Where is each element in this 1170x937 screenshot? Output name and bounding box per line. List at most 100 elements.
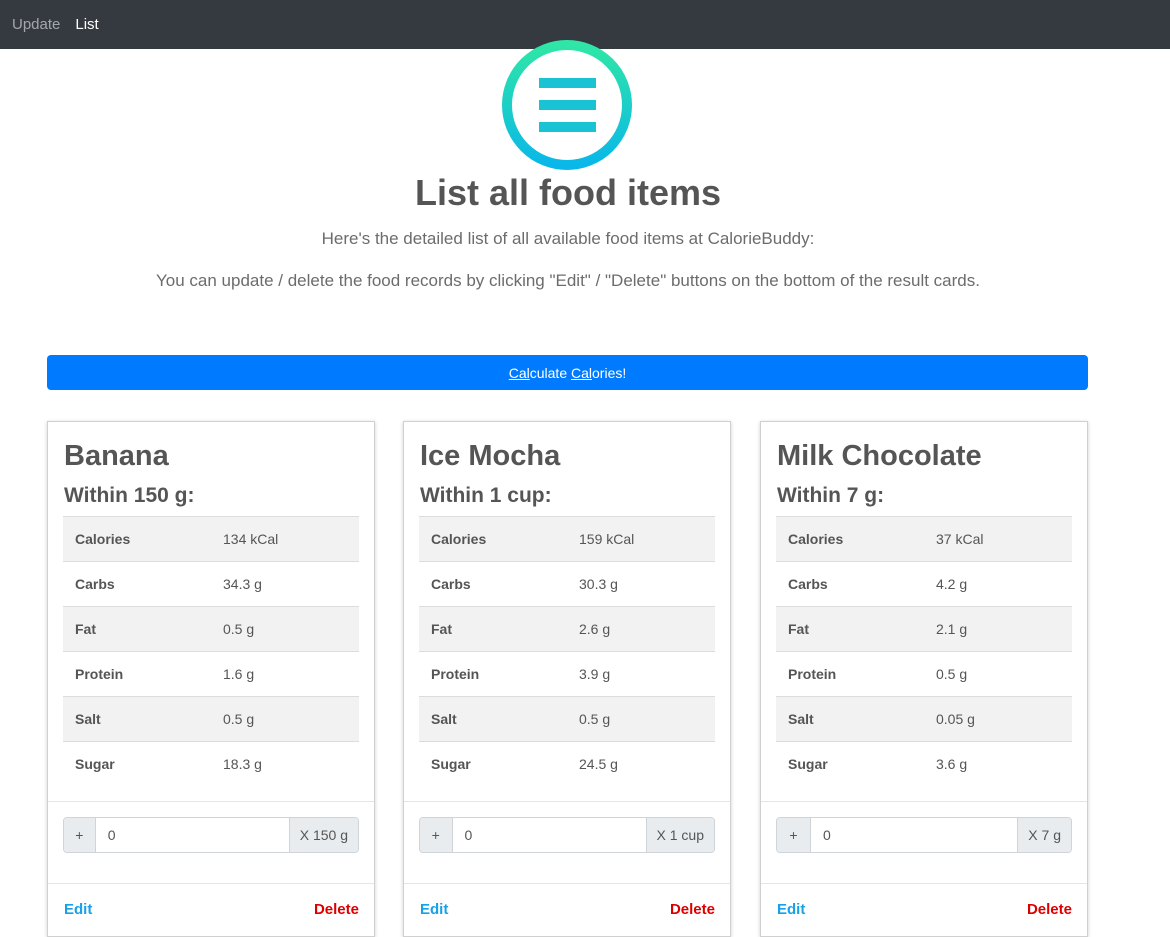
page-title: List all food items [414,172,722,213]
nutrient-value: 30.3 g [567,561,715,607]
plus-icon[interactable]: + [420,818,453,852]
divider [48,801,374,802]
divider [404,883,730,884]
nutrient-value: 0.5 g [211,606,359,652]
table-row: Protein 1.6 g [63,651,359,697]
nutrition-table: Calories 37 kCal Carbs 4.2 g Fat 2.1 g Prot… [776,516,1072,787]
table-row: Fat 2.6 g [419,606,715,652]
portion-unit-label: X 1 cup [645,818,714,852]
food-card-milk-chocolate: Milk Chocolate Within 7 g: Calories 37 kC… [760,421,1088,937]
food-portion: Within 7 g: [777,484,885,507]
nutrient-value: 3.6 g [924,741,1072,787]
quantity-input-group: + X 1 cup [419,817,715,853]
nutrient-label: Carbs [419,561,567,607]
quantity-input[interactable] [95,818,289,852]
page-subtitle: Here's the detailed list of all availabl… [321,229,815,248]
quantity-input-group: + X 7 g [776,817,1072,853]
calculate-calories-button[interactable]: Cal culate Cal ories! [47,355,1088,390]
nutrient-label: Salt [419,696,567,742]
plus-icon[interactable]: + [64,818,96,852]
nutrient-label: Salt [63,696,211,742]
table-row: Sugar 3.6 g [776,741,1072,787]
nutrient-value: 0.5 g [211,696,359,742]
nav-link-update[interactable]: Update [12,16,60,33]
quantity-input-group: + X 150 g [63,817,359,853]
table-row: Carbs 4.2 g [776,561,1072,607]
nutrient-label: Fat [63,606,211,652]
calculate-label-part: culate [529,364,571,381]
food-name: Ice Mocha [420,440,561,472]
nutrient-label: Calories [419,516,567,562]
menu-icon [502,40,632,170]
table-row: Fat 2.1 g [776,606,1072,652]
table-row: Calories 159 kCal [419,516,715,562]
quantity-input[interactable] [452,818,646,852]
nutrient-label: Calories [776,516,924,562]
nutrient-value: 159 kCal [567,516,715,562]
nutrient-value: 1.6 g [211,651,359,697]
divider [761,883,1087,884]
nutrient-label: Protein [776,651,924,697]
delete-button[interactable]: Delete [1027,901,1072,918]
nutrition-table: Calories 159 kCal Carbs 30.3 g Fat 2.6 g Pr… [419,516,715,787]
food-portion: Within 1 cup: [420,484,552,507]
table-row: Salt 0.5 g [63,696,359,742]
portion-unit-label: X 7 g [1017,818,1071,852]
nutrient-label: Carbs [63,561,211,607]
nav-link-list[interactable]: List [75,16,98,33]
delete-button[interactable]: Delete [670,901,715,918]
table-row: Carbs 34.3 g [63,561,359,607]
food-name: Milk Chocolate [777,440,982,472]
table-row: Protein 0.5 g [776,651,1072,697]
nutrient-label: Calories [63,516,211,562]
calculate-label-part: ories! [592,364,627,381]
table-row: Fat 0.5 g [63,606,359,652]
nutrient-value: 34.3 g [211,561,359,607]
nutrient-label: Salt [776,696,924,742]
divider [48,883,374,884]
nutrient-value: 0.05 g [924,696,1072,742]
edit-button[interactable]: Edit [777,901,805,918]
nutrient-value: 134 kCal [211,516,359,562]
table-row: Protein 3.9 g [419,651,715,697]
table-row: Calories 37 kCal [776,516,1072,562]
table-row: Salt 0.05 g [776,696,1072,742]
nutrient-value: 2.6 g [567,606,715,652]
nutrient-label: Sugar [419,741,567,787]
divider [761,801,1087,802]
nutrient-label: Carbs [776,561,924,607]
nutrient-label: Protein [419,651,567,697]
table-row: Salt 0.5 g [419,696,715,742]
nutrient-label: Sugar [63,741,211,787]
quantity-input[interactable] [811,818,1018,852]
nutrition-table: Calories 134 kCal Carbs 34.3 g Fat 0.5 g Pr… [63,516,359,787]
plus-icon[interactable]: + [777,818,811,852]
nutrient-value: 37 kCal [924,516,1072,562]
nutrient-label: Sugar [776,741,924,787]
nutrient-value: 18.3 g [211,741,359,787]
table-row: Sugar 18.3 g [63,741,359,787]
food-card-banana: Banana Within 150 g: Calories 134 kCal Ca… [47,421,375,937]
food-name: Banana [64,440,169,472]
table-row: Sugar 24.5 g [419,741,715,787]
page-instructions: You can update / delete the food records… [156,271,980,290]
delete-button[interactable]: Delete [314,901,359,918]
nutrient-value: 0.5 g [924,651,1072,697]
nutrient-label: Protein [63,651,211,697]
nutrient-value: 2.1 g [924,606,1072,652]
table-row: Carbs 30.3 g [419,561,715,607]
edit-button[interactable]: Edit [420,901,448,918]
calculate-label-part: Cal [508,364,530,381]
nutrient-value: 24.5 g [567,741,715,787]
nutrient-value: 0.5 g [567,696,715,742]
nutrient-label: Fat [776,606,924,652]
table-row: Calories 134 kCal [63,516,359,562]
food-card-ice-mocha: Ice Mocha Within 1 cup: Calories 159 kCal… [403,421,731,937]
edit-button[interactable]: Edit [64,901,92,918]
nutrient-label: Fat [419,606,567,652]
calculate-label-part: Cal [571,364,593,381]
divider [404,801,730,802]
nutrient-value: 3.9 g [567,651,715,697]
nutrient-value: 4.2 g [924,561,1072,607]
food-portion: Within 150 g: [64,484,195,507]
